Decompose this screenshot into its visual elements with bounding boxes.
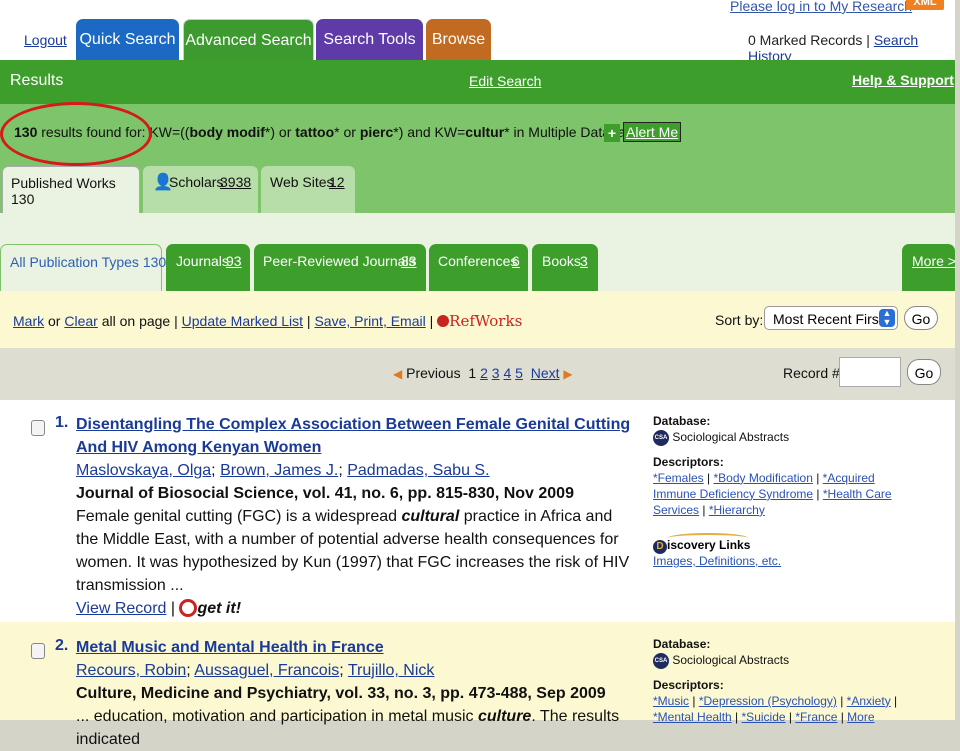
tab-all-publication-types[interactable]: All Publication Types 130 [0, 244, 166, 292]
pagination: ◀ Previous 1 2 3 4 5 Next ▶ [393, 365, 573, 381]
previous-link[interactable]: Previous [406, 365, 460, 381]
tab-web-sites[interactable]: Web Sites 12 [261, 166, 355, 213]
author-link[interactable]: Padmadas, Sabu S. [347, 462, 489, 479]
refworks-link[interactable]: RefWorks [449, 312, 522, 330]
view-record-link[interactable]: View Record [76, 600, 166, 617]
result-body: Disentangling The Complex Association Be… [76, 413, 636, 620]
page-5-link[interactable]: 5 [515, 365, 523, 381]
get-it-icon[interactable] [179, 599, 198, 617]
sort-select[interactable]: Most Recent First ▲ ▼ [764, 306, 898, 330]
page-3-link[interactable]: 3 [492, 365, 500, 381]
descriptor-link[interactable]: *Hierarchy [709, 503, 765, 517]
tab-books[interactable]: Books 3 [532, 244, 598, 291]
author-link[interactable]: Brown, James J. [220, 462, 338, 479]
select-arrows-icon: ▲ ▼ [879, 309, 895, 327]
result-checkbox[interactable] [31, 643, 45, 659]
record-go-button[interactable]: Go [907, 359, 941, 385]
descriptor-link[interactable]: *Depression (Psychology) [699, 694, 837, 708]
results-header-bar: Results Edit Search Help & Support [0, 60, 955, 104]
alert-me-button[interactable]: Alert Me [623, 122, 682, 142]
descriptor-link[interactable]: *Females [653, 471, 704, 485]
descriptors-list: *Females | *Body Modification | *Acquire… [653, 470, 892, 517]
tab-advanced-search[interactable]: Advanced Search [183, 19, 314, 61]
result-number: 1. [55, 414, 69, 431]
xml-feed-icon[interactable]: XML [906, 0, 944, 10]
record-number-input[interactable] [839, 357, 901, 387]
result-abstract: Female genital cutting (FGC) is a widesp… [76, 508, 630, 594]
result-links: View Record | get it! [76, 599, 242, 617]
descriptor-link[interactable]: More [847, 710, 874, 724]
descriptor-link[interactable]: *Music [653, 694, 689, 708]
tab-more[interactable]: More > [902, 244, 956, 291]
help-support-link[interactable]: Help & Support [852, 72, 954, 88]
tab-scholars[interactable]: 👤 Scholars 3938 [143, 166, 258, 213]
descriptor-link[interactable]: *Mental Health [653, 710, 732, 724]
update-marked-list-link[interactable]: Update Marked List [182, 313, 303, 329]
page-4-link[interactable]: 4 [503, 365, 511, 381]
clear-link[interactable]: Clear [64, 313, 97, 329]
database-label: Database: [653, 637, 711, 651]
database-label: Database: [653, 414, 711, 428]
author-link[interactable]: Recours, Robin [76, 662, 186, 679]
login-link[interactable]: Please log in to My Research [730, 0, 912, 14]
next-link[interactable]: Next [531, 365, 560, 381]
previous-arrow-icon[interactable]: ◀ [393, 367, 402, 381]
descriptors-list: *Music | *Depression (Psychology) | *Anx… [653, 693, 898, 724]
descriptor-link[interactable]: *Body Modification [713, 471, 812, 485]
sort-label: Sort by: [715, 312, 764, 328]
refworks-icon[interactable] [437, 315, 450, 327]
author-link[interactable]: Aussaguel, Francois [194, 662, 339, 679]
descriptor-link[interactable]: *France [795, 710, 837, 724]
descriptor-link[interactable]: *Anxiety [847, 694, 891, 708]
database-name: Sociological Abstracts [672, 653, 790, 667]
record-number-label: Record # [783, 365, 840, 381]
discovery-link[interactable]: Images, Definitions, etc. [653, 554, 781, 568]
descriptors-label: Descriptors: [653, 454, 724, 469]
result-checkbox[interactable] [31, 420, 45, 436]
logout-link[interactable]: Logout [24, 32, 67, 48]
result-body: Metal Music and Mental Health in France … [76, 636, 636, 751]
result-number: 2. [55, 637, 69, 654]
discovery-label: iscovery Links [667, 538, 751, 552]
tab-published-works[interactable]: Published Works 130 [2, 166, 140, 214]
result-title-link[interactable]: Metal Music and Mental Health in France [76, 636, 636, 659]
descriptor-link[interactable]: *Suicide [742, 710, 786, 724]
tab-browse[interactable]: Browse [426, 19, 491, 60]
mark-link[interactable]: Mark [13, 313, 44, 329]
edit-search-link[interactable]: Edit Search [469, 73, 541, 89]
result-title-link[interactable]: Disentangling The Complex Association Be… [76, 413, 636, 459]
mark-actions: Mark or Clear all on page | Update Marke… [13, 312, 523, 330]
marked-records-count: 0 Marked Records [748, 32, 863, 48]
author-link[interactable]: Trujillo, Nick [348, 662, 435, 679]
page-2-link[interactable]: 2 [480, 365, 488, 381]
database-name: Sociological Abstracts [672, 430, 790, 444]
save-print-email-link[interactable]: Save, Print, Email [314, 313, 425, 329]
get-it-link[interactable]: get it! [197, 600, 241, 617]
tab-journals[interactable]: Journals 93 [166, 244, 250, 291]
author-link[interactable]: Maslovskaya, Olga [76, 462, 211, 479]
discovery-links: Discovery Links Images, Definitions, etc… [653, 538, 781, 568]
discovery-icon: D [653, 540, 667, 554]
next-arrow-icon[interactable]: ▶ [563, 367, 572, 381]
tab-search-tools[interactable]: Search Tools [316, 19, 423, 60]
result-source: Journal of Biosocial Science, vol. 41, n… [76, 485, 574, 502]
highlight-annotation-oval [0, 102, 152, 166]
csa-icon: CSA [653, 429, 669, 446]
result-sidebar: Database: CSA Sociological Abstracts Des… [653, 413, 913, 518]
tab-conferences[interactable]: Conferences 6 [429, 244, 528, 291]
result-sidebar: Database: CSA Sociological Abstracts Des… [653, 636, 913, 725]
sort-go-button[interactable]: Go [904, 306, 938, 330]
tab-quick-search[interactable]: Quick Search [76, 19, 179, 60]
current-page: 1 [468, 365, 477, 381]
result-authors: Recours, Robin; Aussaguel, Francois; Tru… [76, 662, 435, 679]
result-abstract: ... education, motivation and participat… [76, 708, 620, 748]
result-source: Culture, Medicine and Psychiatry, vol. 3… [76, 685, 606, 702]
result-authors: Maslovskaya, Olga; Brown, James J.; Padm… [76, 462, 490, 479]
alert-plus-icon[interactable]: + [604, 124, 620, 142]
descriptors-label: Descriptors: [653, 677, 724, 692]
csa-icon: CSA [653, 652, 669, 669]
tab-peer-reviewed-journals[interactable]: Peer-Reviewed Journals 83 [254, 244, 426, 291]
results-title: Results [10, 72, 64, 89]
